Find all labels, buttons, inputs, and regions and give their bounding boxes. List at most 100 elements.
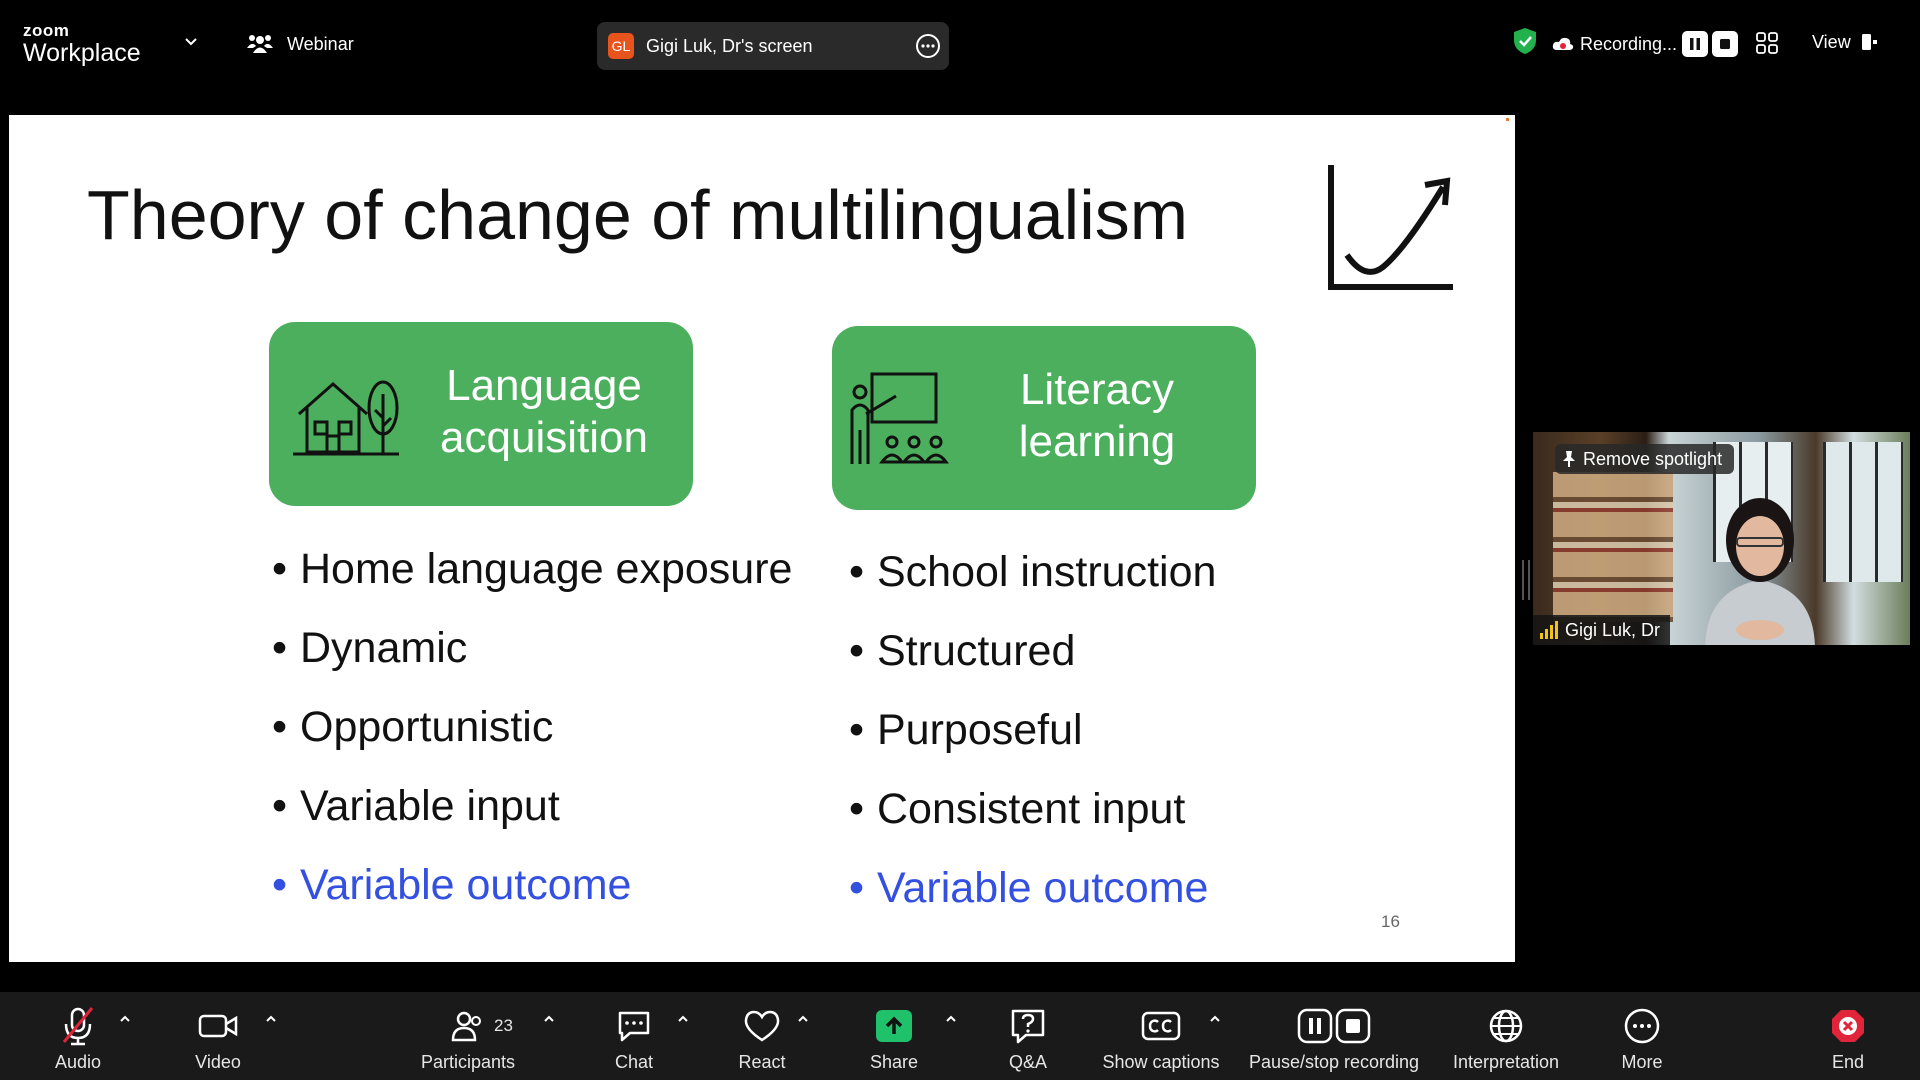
heart-icon <box>744 1010 780 1042</box>
share-screen-button[interactable]: Share <box>856 992 932 1080</box>
audio-button[interactable]: Audio <box>40 992 116 1080</box>
stop-recording-button[interactable] <box>1712 31 1738 57</box>
end-label: End <box>1831 1052 1865 1072</box>
video-camera-icon <box>198 1014 238 1038</box>
remove-spotlight-label: Remove spotlight <box>1583 448 1723 469</box>
video-background <box>1823 442 1903 582</box>
webinar-label: Webinar <box>287 33 354 54</box>
slide-marker <box>1506 118 1509 121</box>
list-item: Variable input <box>272 782 792 861</box>
literacy-learning-bullets: School instruction Structured Purposeful… <box>849 548 1216 943</box>
webinar-icon <box>247 35 273 53</box>
recording-status: Recording... <box>1580 34 1678 54</box>
signal-strength-icon <box>1540 621 1558 639</box>
pause-stop-recording-button[interactable]: Pause/stop recording <box>1244 992 1424 1080</box>
shared-slide: Theory of change of multilingualism Lang… <box>9 115 1515 962</box>
participant-count: 23 <box>494 1016 513 1035</box>
end-meeting-button[interactable]: End <box>1810 992 1886 1080</box>
qa-label: Q&A <box>1008 1052 1047 1072</box>
list-item: Purposeful <box>849 706 1216 785</box>
more-dots-icon <box>1624 1008 1660 1044</box>
stop-icon <box>1720 39 1730 49</box>
slide-title: Theory of change of multilingualism <box>87 176 1189 254</box>
qa-button[interactable]: Q&A <box>990 992 1066 1080</box>
list-item: Consistent input <box>849 785 1216 864</box>
list-item: Variable outcome <box>849 864 1216 943</box>
classroom-teacher-icon <box>850 372 949 464</box>
app-logo: zoom Workplace <box>23 22 141 66</box>
trend-chart-icon <box>1328 165 1453 290</box>
chevron-up-icon[interactable] <box>118 1012 132 1026</box>
slide-page-number: 16 <box>1381 912 1400 931</box>
react-label: React <box>738 1052 786 1072</box>
pause-stop-icon <box>1297 1008 1371 1044</box>
security-shield-icon[interactable] <box>1512 26 1538 56</box>
language-acquisition-label: Language acquisition <box>440 361 648 462</box>
pause-recording-button[interactable] <box>1682 31 1708 57</box>
list-item: Variable outcome <box>272 861 792 940</box>
participants-icon <box>451 1011 481 1042</box>
captions-label: Show captions <box>1102 1052 1220 1072</box>
list-item: Dynamic <box>272 624 792 703</box>
chevron-up-icon[interactable] <box>264 1012 278 1026</box>
participants-button[interactable]: Participants <box>408 992 528 1080</box>
chat-label: Chat <box>614 1052 654 1072</box>
share-label: Share <box>869 1052 919 1072</box>
pause-icon <box>1690 38 1700 50</box>
interpretation-button[interactable]: Interpretation <box>1446 992 1566 1080</box>
list-item: Home language exposure <box>272 545 792 624</box>
show-captions-button[interactable]: Show captions <box>1100 992 1222 1080</box>
microphone-muted-icon <box>62 1007 94 1046</box>
participant-name-label: Gigi Luk, Dr <box>1533 615 1671 645</box>
chevron-up-icon[interactable] <box>542 1012 556 1026</box>
participant-video <box>1705 498 1815 645</box>
participant-video-tile[interactable]: Remove spotlight Gigi Luk, Dr <box>1533 432 1910 645</box>
globe-icon <box>1489 1009 1523 1043</box>
interpretation-label: Interpretation <box>1452 1052 1560 1072</box>
share-arrow-icon <box>876 1010 912 1042</box>
brand-zoom: zoom <box>23 21 70 40</box>
question-bubble-icon <box>1011 1009 1045 1044</box>
chevron-up-icon[interactable] <box>796 1012 810 1026</box>
more-label: More <box>1621 1052 1663 1072</box>
list-item: School instruction <box>849 548 1216 627</box>
end-close-icon <box>1832 1010 1864 1042</box>
chat-bubble-icon <box>618 1011 650 1042</box>
more-options-icon[interactable] <box>915 33 941 59</box>
pause-recording-label: Pause/stop recording <box>1248 1052 1420 1072</box>
participants-label: Participants <box>420 1052 516 1072</box>
house-tree-icon <box>293 380 399 456</box>
video-button[interactable]: Video <box>180 992 256 1080</box>
chevron-down-icon[interactable] <box>183 34 199 50</box>
pin-icon <box>1563 451 1575 467</box>
audio-label: Audio <box>54 1052 102 1072</box>
brand-workplace: Workplace <box>23 39 141 67</box>
top-bar: zoom Workplace Webinar GL Gigi Luk, Dr's… <box>0 0 1920 78</box>
chat-button[interactable]: Chat <box>596 992 672 1080</box>
screen-share-indicator[interactable]: GL Gigi Luk, Dr's screen <box>597 22 949 70</box>
chevron-up-icon[interactable] <box>1208 1012 1222 1026</box>
participant-name: Gigi Luk, Dr <box>1565 619 1661 640</box>
video-background <box>1553 472 1673 622</box>
meeting-toolbar: Audio Video Participants 23 Chat React S… <box>0 992 1920 1080</box>
webinar-indicator[interactable]: Webinar <box>247 33 354 55</box>
cloud-recording-icon <box>1552 37 1574 50</box>
react-button[interactable]: React <box>724 992 800 1080</box>
more-button[interactable]: More <box>1604 992 1680 1080</box>
language-acquisition-bullets: Home language exposure Dynamic Opportuni… <box>272 545 792 940</box>
panel-resize-handle[interactable] <box>1522 560 1530 600</box>
chevron-up-icon[interactable] <box>676 1012 690 1026</box>
view-menu-button[interactable]: View <box>1812 32 1851 53</box>
sharer-avatar: GL <box>608 33 634 59</box>
closed-captions-icon <box>1141 1011 1181 1041</box>
list-item: Structured <box>849 627 1216 706</box>
chevron-up-icon[interactable] <box>944 1012 958 1026</box>
language-acquisition-box: Language acquisition <box>269 322 693 506</box>
literacy-learning-label: Literacy learning <box>1018 365 1176 466</box>
remove-spotlight-button[interactable]: Remove spotlight <box>1555 444 1735 474</box>
sharer-label: Gigi Luk, Dr's screen <box>646 35 813 56</box>
video-label: Video <box>195 1052 241 1072</box>
gallery-grid-icon[interactable] <box>1756 32 1778 54</box>
view-layout-icon[interactable] <box>1860 33 1878 51</box>
list-item: Opportunistic <box>272 703 792 782</box>
